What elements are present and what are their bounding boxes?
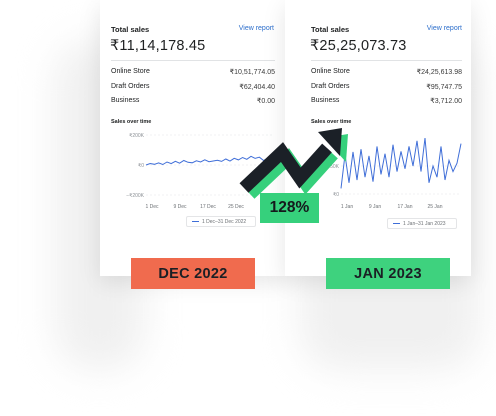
card-title: Total sales (311, 25, 350, 34)
total-sales-value: ₹25,25,073.73 (310, 38, 407, 54)
view-report-link[interactable]: View report (239, 25, 274, 32)
x-tick-label: 17 Dec (200, 204, 216, 210)
row-value: ₹3,712.00 (430, 98, 462, 105)
row-label: Online Store (111, 68, 150, 75)
y-tick-label: ₹200K (129, 133, 145, 139)
sales-card-january: Total sales View report ₹25,25,073.73 On… (285, 0, 471, 276)
series-line (145, 155, 273, 166)
sales-card-december: Total sales View report ₹11,14,178.45 On… (100, 0, 286, 276)
divider (311, 60, 462, 61)
row-value: ₹10,51,774.05 (229, 69, 275, 76)
row-label: Draft Orders (311, 83, 350, 90)
chart-title: Sales over time (311, 119, 352, 125)
chart-legend: 1 Jan–31 Jan 2023 (387, 218, 457, 229)
divider (111, 60, 275, 61)
x-tick-label: 9 Dec (173, 204, 187, 210)
row-value: ₹62,404.40 (239, 84, 275, 91)
total-sales-value: ₹11,14,178.45 (110, 38, 206, 54)
x-tick-label: 25 Jan (427, 204, 442, 210)
legend-line-icon (393, 222, 400, 225)
row-value: ₹95,747.75 (426, 84, 462, 91)
view-report-link[interactable]: View report (427, 25, 462, 32)
x-tick-label: 1 Dec (145, 204, 159, 210)
breakdown-row: Business ₹0.00 (111, 97, 275, 105)
chart-title: Sales over time (111, 119, 152, 125)
breakdown-row: Draft Orders ₹95,747.75 (311, 83, 462, 91)
legend-line-icon (192, 220, 199, 223)
sales-over-time-chart: ₹200K ₹0 −₹200K1 Dec 9 Dec 17 Dec 25 Dec (126, 133, 273, 210)
breakdown-row: Online Store ₹10,51,774.05 (111, 68, 275, 76)
series-line (340, 137, 462, 189)
row-label: Draft Orders (111, 83, 150, 90)
x-tick-label: 17 Jan (397, 204, 412, 210)
y-tick-label: ₹50K (327, 164, 340, 170)
row-value: ₹24,25,613.98 (416, 69, 462, 76)
card-title: Total sales (111, 25, 150, 34)
row-label: Business (311, 97, 340, 104)
breakdown-row: Draft Orders ₹62,404.40 (111, 83, 275, 91)
row-label: Online Store (311, 68, 350, 75)
row-value: ₹0.00 (256, 98, 275, 105)
breakdown-row: Online Store ₹24,25,613.98 (311, 68, 462, 76)
month-badge-december: DEC 2022 (131, 258, 255, 289)
chart-legend: 1 Dec–31 Dec 2022 (186, 216, 256, 227)
x-tick-label: 25 Dec (228, 204, 244, 210)
x-tick-label: 1 Jan (341, 204, 353, 210)
y-tick-label: ₹0 (333, 192, 339, 198)
legend-label: 1 Dec–31 Dec 2022 (202, 218, 247, 225)
y-tick-label: ₹0 (138, 163, 144, 169)
row-label: Business (111, 97, 140, 104)
y-tick-label: −₹200K (126, 193, 144, 199)
growth-percentage-badge: 128% (260, 193, 319, 223)
month-badge-january: JAN 2023 (326, 258, 450, 289)
legend-label: 1 Jan–31 Jan 2023 (403, 220, 446, 227)
x-tick-label: 9 Jan (369, 204, 381, 210)
breakdown-row: Business ₹3,712.00 (311, 97, 462, 105)
